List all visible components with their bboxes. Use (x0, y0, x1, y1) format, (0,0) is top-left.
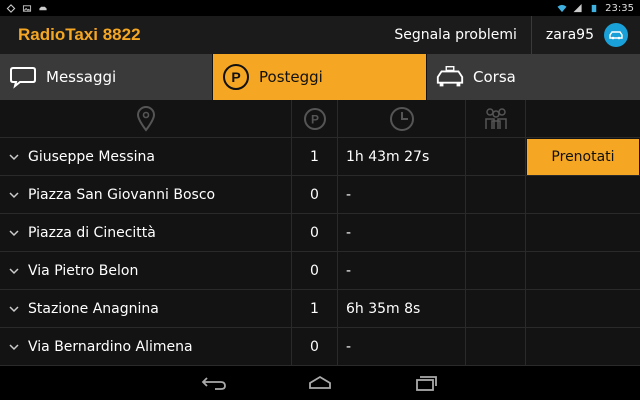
action-cell (526, 176, 640, 213)
people-icon (484, 107, 507, 129)
chevron-down-icon[interactable] (8, 189, 20, 201)
people-cell (466, 214, 526, 251)
image-icon (22, 4, 32, 12)
action-cell (526, 252, 640, 289)
location-pin-icon (136, 105, 155, 132)
taxi-car-icon (435, 62, 465, 92)
people-cell (466, 290, 526, 327)
app-title: RadioTaxi 8822 (18, 25, 141, 44)
wait-time: - (338, 176, 466, 213)
taxi-icon[interactable] (604, 23, 628, 47)
stand-name: Giuseppe Messina (28, 148, 155, 165)
wait-time: - (338, 214, 466, 251)
table-row[interactable]: Piazza San Giovanni Bosco 0 - (0, 176, 640, 214)
app-header: RadioTaxi 8822 Segnala problemi zara95 (0, 16, 640, 54)
stand-name: Via Bernardino Alimena (28, 338, 193, 355)
system-nav-bar (0, 366, 640, 400)
clock-icon (389, 106, 414, 131)
table-row[interactable]: Giuseppe Messina 1 1h 43m 27s Prenotati (0, 138, 640, 176)
stand-name-cell: Via Bernardino Alimena (0, 328, 292, 365)
table-header: P (0, 100, 640, 138)
parking-circle-icon: P (303, 107, 326, 130)
stand-name-cell: Stazione Anagnina (0, 290, 292, 327)
tab-posteggi[interactable]: P Posteggi (213, 54, 427, 100)
status-time: 23:35 (605, 2, 634, 14)
wait-time: 6h 35m 8s (338, 290, 466, 327)
wait-time: - (338, 252, 466, 289)
people-cell (466, 176, 526, 213)
taxi-count: 1 (292, 290, 338, 327)
diamond-icon (6, 3, 16, 13)
people-cell (466, 252, 526, 289)
chevron-down-icon[interactable] (8, 227, 20, 239)
svg-text:P: P (231, 69, 240, 85)
people-cell (466, 328, 526, 365)
table-row[interactable]: Piazza di Cinecittà 0 - (0, 214, 640, 252)
signal-icon (573, 3, 582, 12)
stand-name-cell: Piazza San Giovanni Bosco (0, 176, 292, 213)
action-cell (526, 214, 640, 251)
taxi-count: 1 (292, 138, 338, 175)
table-row[interactable]: Via Bernardino Alimena 0 - (0, 328, 640, 366)
people-cell (466, 138, 526, 175)
column-header-count: P (292, 100, 338, 137)
column-header-location (0, 100, 292, 137)
stand-name: Via Pietro Belon (28, 262, 139, 279)
column-header-people (466, 100, 526, 137)
tab-bar: Messaggi P Posteggi Corsa (0, 54, 640, 100)
stand-name-cell: Via Pietro Belon (0, 252, 292, 289)
table-row[interactable]: Via Pietro Belon 0 - (0, 252, 640, 290)
car-icon (39, 6, 47, 10)
battery-icon (591, 4, 597, 12)
tab-label-corsa: Corsa (473, 68, 516, 86)
wifi-icon (557, 4, 567, 12)
taxi-count: 0 (292, 214, 338, 251)
stand-name: Piazza San Giovanni Bosco (28, 186, 216, 203)
wait-time: - (338, 328, 466, 365)
taxi-stands-table: P Giuseppe Messina 1 1h 43m 27s Prenotat… (0, 100, 640, 366)
report-problems-button[interactable]: Segnala problemi (380, 16, 531, 54)
tab-label-posteggi: Posteggi (259, 68, 323, 86)
chevron-down-icon[interactable] (8, 151, 20, 163)
stand-name: Stazione Anagnina (28, 300, 159, 317)
parking-icon: P (221, 62, 251, 92)
chevron-down-icon[interactable] (8, 265, 20, 277)
table-row[interactable]: Stazione Anagnina 1 6h 35m 8s (0, 290, 640, 328)
chevron-down-icon[interactable] (8, 341, 20, 353)
taxi-count: 0 (292, 252, 338, 289)
back-icon[interactable] (199, 373, 229, 393)
chevron-down-icon[interactable] (8, 303, 20, 315)
status-bar: 23:35 (0, 0, 640, 16)
taxi-count: 0 (292, 328, 338, 365)
stand-name-cell: Giuseppe Messina (0, 138, 292, 175)
stand-name-cell: Piazza di Cinecittà (0, 214, 292, 251)
stand-name: Piazza di Cinecittà (28, 224, 156, 241)
recent-apps-icon[interactable] (411, 373, 441, 393)
action-cell (526, 290, 640, 327)
wait-time: 1h 43m 27s (338, 138, 466, 175)
book-button[interactable]: Prenotati (527, 138, 639, 175)
home-icon[interactable] (305, 373, 335, 393)
action-cell: Prenotati (526, 138, 640, 175)
username[interactable]: zara95 (532, 27, 604, 43)
tab-messaggi[interactable]: Messaggi (0, 54, 213, 100)
action-cell (526, 328, 640, 365)
svg-text:P: P (310, 112, 318, 126)
tab-label-messaggi: Messaggi (46, 68, 117, 86)
column-header-action (526, 100, 640, 137)
chat-bubble-icon (8, 62, 38, 92)
column-header-time (338, 100, 466, 137)
taxi-count: 0 (292, 176, 338, 213)
tab-corsa[interactable]: Corsa (427, 54, 640, 100)
